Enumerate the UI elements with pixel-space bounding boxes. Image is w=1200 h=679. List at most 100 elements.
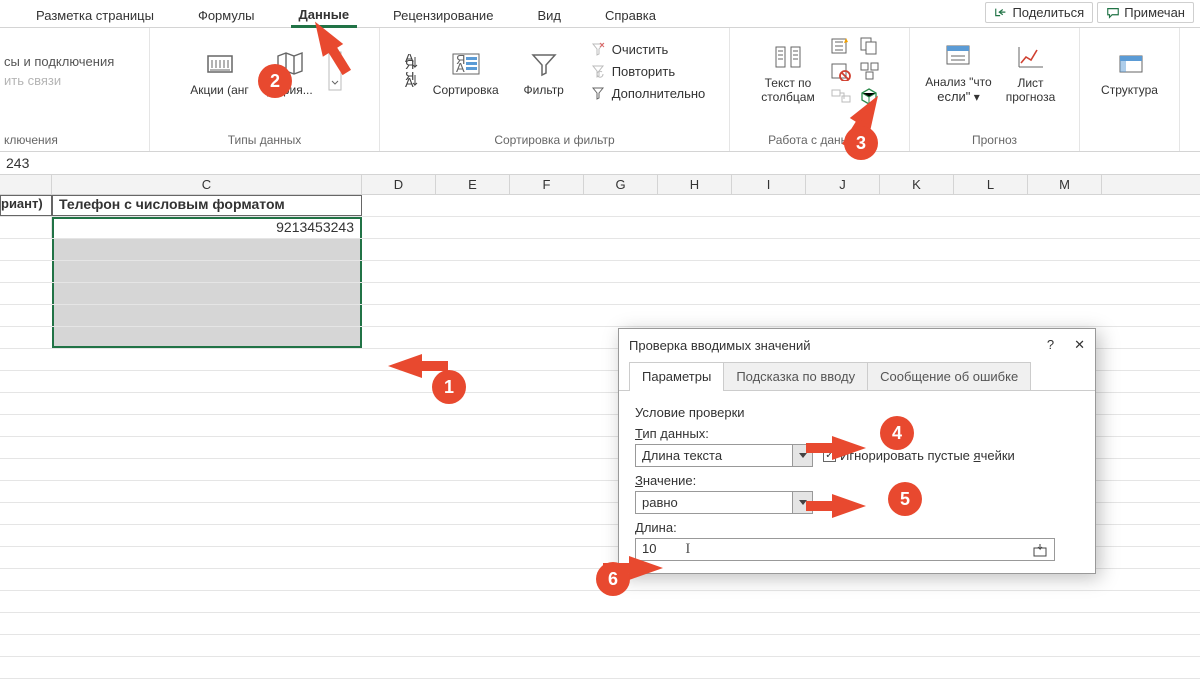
cell-a2[interactable] <box>0 217 52 238</box>
callout-badge-5: 5 <box>888 482 922 516</box>
col-header-g[interactable]: G <box>584 175 658 194</box>
outline-icon <box>1114 48 1146 80</box>
group-forecast: Анализ "что если" ▾ Лист прогноза Прогно… <box>910 28 1080 151</box>
comments-button[interactable]: Примечан <box>1097 2 1194 23</box>
tab-pagelayout[interactable]: Разметка страницы <box>28 5 162 26</box>
forecast-label-a: Лист <box>1017 77 1043 90</box>
callout-arrow-4 <box>832 436 866 460</box>
forecast-sheet-button[interactable]: Лист прогноза <box>999 39 1063 104</box>
text-to-columns-button[interactable]: Текст по столбцам <box>756 39 820 104</box>
tab-error-alert[interactable]: Сообщение об ошибке <box>867 362 1031 391</box>
data-select[interactable]: равно <box>635 491 813 514</box>
comments-label: Примечан <box>1124 5 1185 20</box>
col-header-j[interactable]: J <box>806 175 880 194</box>
col-header-h[interactable]: H <box>658 175 732 194</box>
cell-c5[interactable] <box>52 283 362 304</box>
group-outline: Структура <box>1080 28 1180 151</box>
cell-c7[interactable] <box>52 327 362 348</box>
col-header-l[interactable]: L <box>954 175 1028 194</box>
tab-help[interactable]: Справка <box>597 5 664 26</box>
filter-button[interactable]: Фильтр <box>512 46 576 97</box>
cell-c3[interactable] <box>52 239 362 260</box>
type-select[interactable]: Длина текста <box>635 444 813 467</box>
dialog-tabs: Параметры Подсказка по вводу Сообщение о… <box>619 361 1095 391</box>
col-header-f[interactable]: F <box>510 175 584 194</box>
range-picker-icon[interactable] <box>1032 542 1048 558</box>
share-button[interactable]: Поделиться <box>985 2 1093 23</box>
remove-duplicates-icon[interactable] <box>859 36 881 56</box>
formula-bar[interactable]: 243 <box>0 152 1200 175</box>
group-label-outline <box>1128 131 1131 149</box>
cell-header-a[interactable]: риант) <box>0 195 52 216</box>
advanced-filter[interactable]: Дополнительно <box>590 85 706 101</box>
data-validation-icon[interactable] <box>830 61 852 81</box>
stocks-label: Акции (анг <box>190 84 249 97</box>
sort-button[interactable]: ЯA Сортировка <box>434 46 498 97</box>
outline-button[interactable]: Структура <box>1098 46 1162 97</box>
cell-header-b[interactable]: Телефон с числовым форматом <box>52 195 362 216</box>
callout-badge-3: 3 <box>844 126 878 160</box>
queries-connections[interactable]: сы и подключения <box>4 54 114 69</box>
flash-fill-icon[interactable] <box>830 36 852 56</box>
tab-input-message[interactable]: Подсказка по вводу <box>723 362 868 391</box>
dialog-help-button[interactable]: ? <box>1047 337 1054 353</box>
sort-desc-icon: ЯA <box>404 72 420 88</box>
callout-badge-4: 4 <box>880 416 914 450</box>
col-header-c[interactable]: C <box>52 175 362 194</box>
cell-a4[interactable] <box>0 261 52 282</box>
tab-formulas[interactable]: Формулы <box>190 5 263 26</box>
ribbon-tabs: Разметка страницы Формулы Данные Рецензи… <box>0 0 1200 28</box>
text-cursor-icon: I <box>685 541 690 557</box>
cell-a5[interactable] <box>0 283 52 304</box>
group-datatools: Текст по столбцам Работа с данными <box>730 28 910 151</box>
sort-asc-button[interactable]: AЯ <box>404 54 420 70</box>
col-header-k[interactable]: K <box>880 175 954 194</box>
sort-desc-button[interactable]: ЯA <box>404 72 420 88</box>
filter-icon <box>528 48 560 80</box>
col-header-m[interactable]: M <box>1028 175 1102 194</box>
dialog-close-button[interactable]: ✕ <box>1074 337 1085 353</box>
length-value: 10 <box>642 541 656 556</box>
reapply-icon <box>590 63 606 79</box>
outline-label: Структура <box>1101 84 1158 97</box>
edit-links: ить связи <box>4 73 61 88</box>
advanced-icon <box>590 85 606 101</box>
tab-parameters[interactable]: Параметры <box>629 362 724 391</box>
cell-c4[interactable] <box>52 261 362 282</box>
comment-icon <box>1106 6 1120 20</box>
text-to-columns-icon <box>772 41 804 73</box>
share-icon <box>994 6 1008 20</box>
callout-arrow-5 <box>832 494 866 518</box>
chevron-down-icon <box>799 453 807 459</box>
ttc-label-a: Текст по <box>765 77 812 90</box>
col-header-d[interactable]: D <box>362 175 436 194</box>
length-input[interactable]: 10 I <box>635 538 1055 561</box>
cell-a6[interactable] <box>0 305 52 326</box>
group-connections: сы и подключения ить связи ключения <box>0 28 150 151</box>
col-header-partial[interactable] <box>0 175 52 194</box>
column-headers: C D E F G H I J K L M <box>0 175 1200 195</box>
stocks-icon <box>204 48 236 80</box>
callout-badge-1: 1 <box>432 370 466 404</box>
forecast-icon <box>1015 41 1047 73</box>
consolidate-icon[interactable] <box>859 61 881 81</box>
col-header-e[interactable]: E <box>436 175 510 194</box>
share-label: Поделиться <box>1012 5 1084 20</box>
cell-c6[interactable] <box>52 305 362 326</box>
callout-badge-2: 2 <box>258 64 292 98</box>
tab-review[interactable]: Рецензирование <box>385 5 501 26</box>
relationships-icon[interactable] <box>830 86 852 106</box>
cell-c2[interactable]: 9213453243 <box>52 217 362 238</box>
whatif-button[interactable]: Анализ "что если" ▾ <box>927 38 991 104</box>
tab-view[interactable]: Вид <box>529 5 569 26</box>
group-label-sortfilter: Сортировка и фильтр <box>494 131 614 149</box>
svg-text:A: A <box>456 60 465 75</box>
cell-a7[interactable] <box>0 327 52 348</box>
clear-filter: Очистить <box>590 41 669 57</box>
group-label-connections: ключения <box>4 131 58 149</box>
ttc-label-b: столбцам <box>761 91 814 104</box>
col-header-i[interactable]: I <box>732 175 806 194</box>
stocks-button[interactable]: Акции (анг <box>188 46 252 97</box>
validation-section-label: Условие проверки <box>635 405 1079 420</box>
cell-a3[interactable] <box>0 239 52 260</box>
